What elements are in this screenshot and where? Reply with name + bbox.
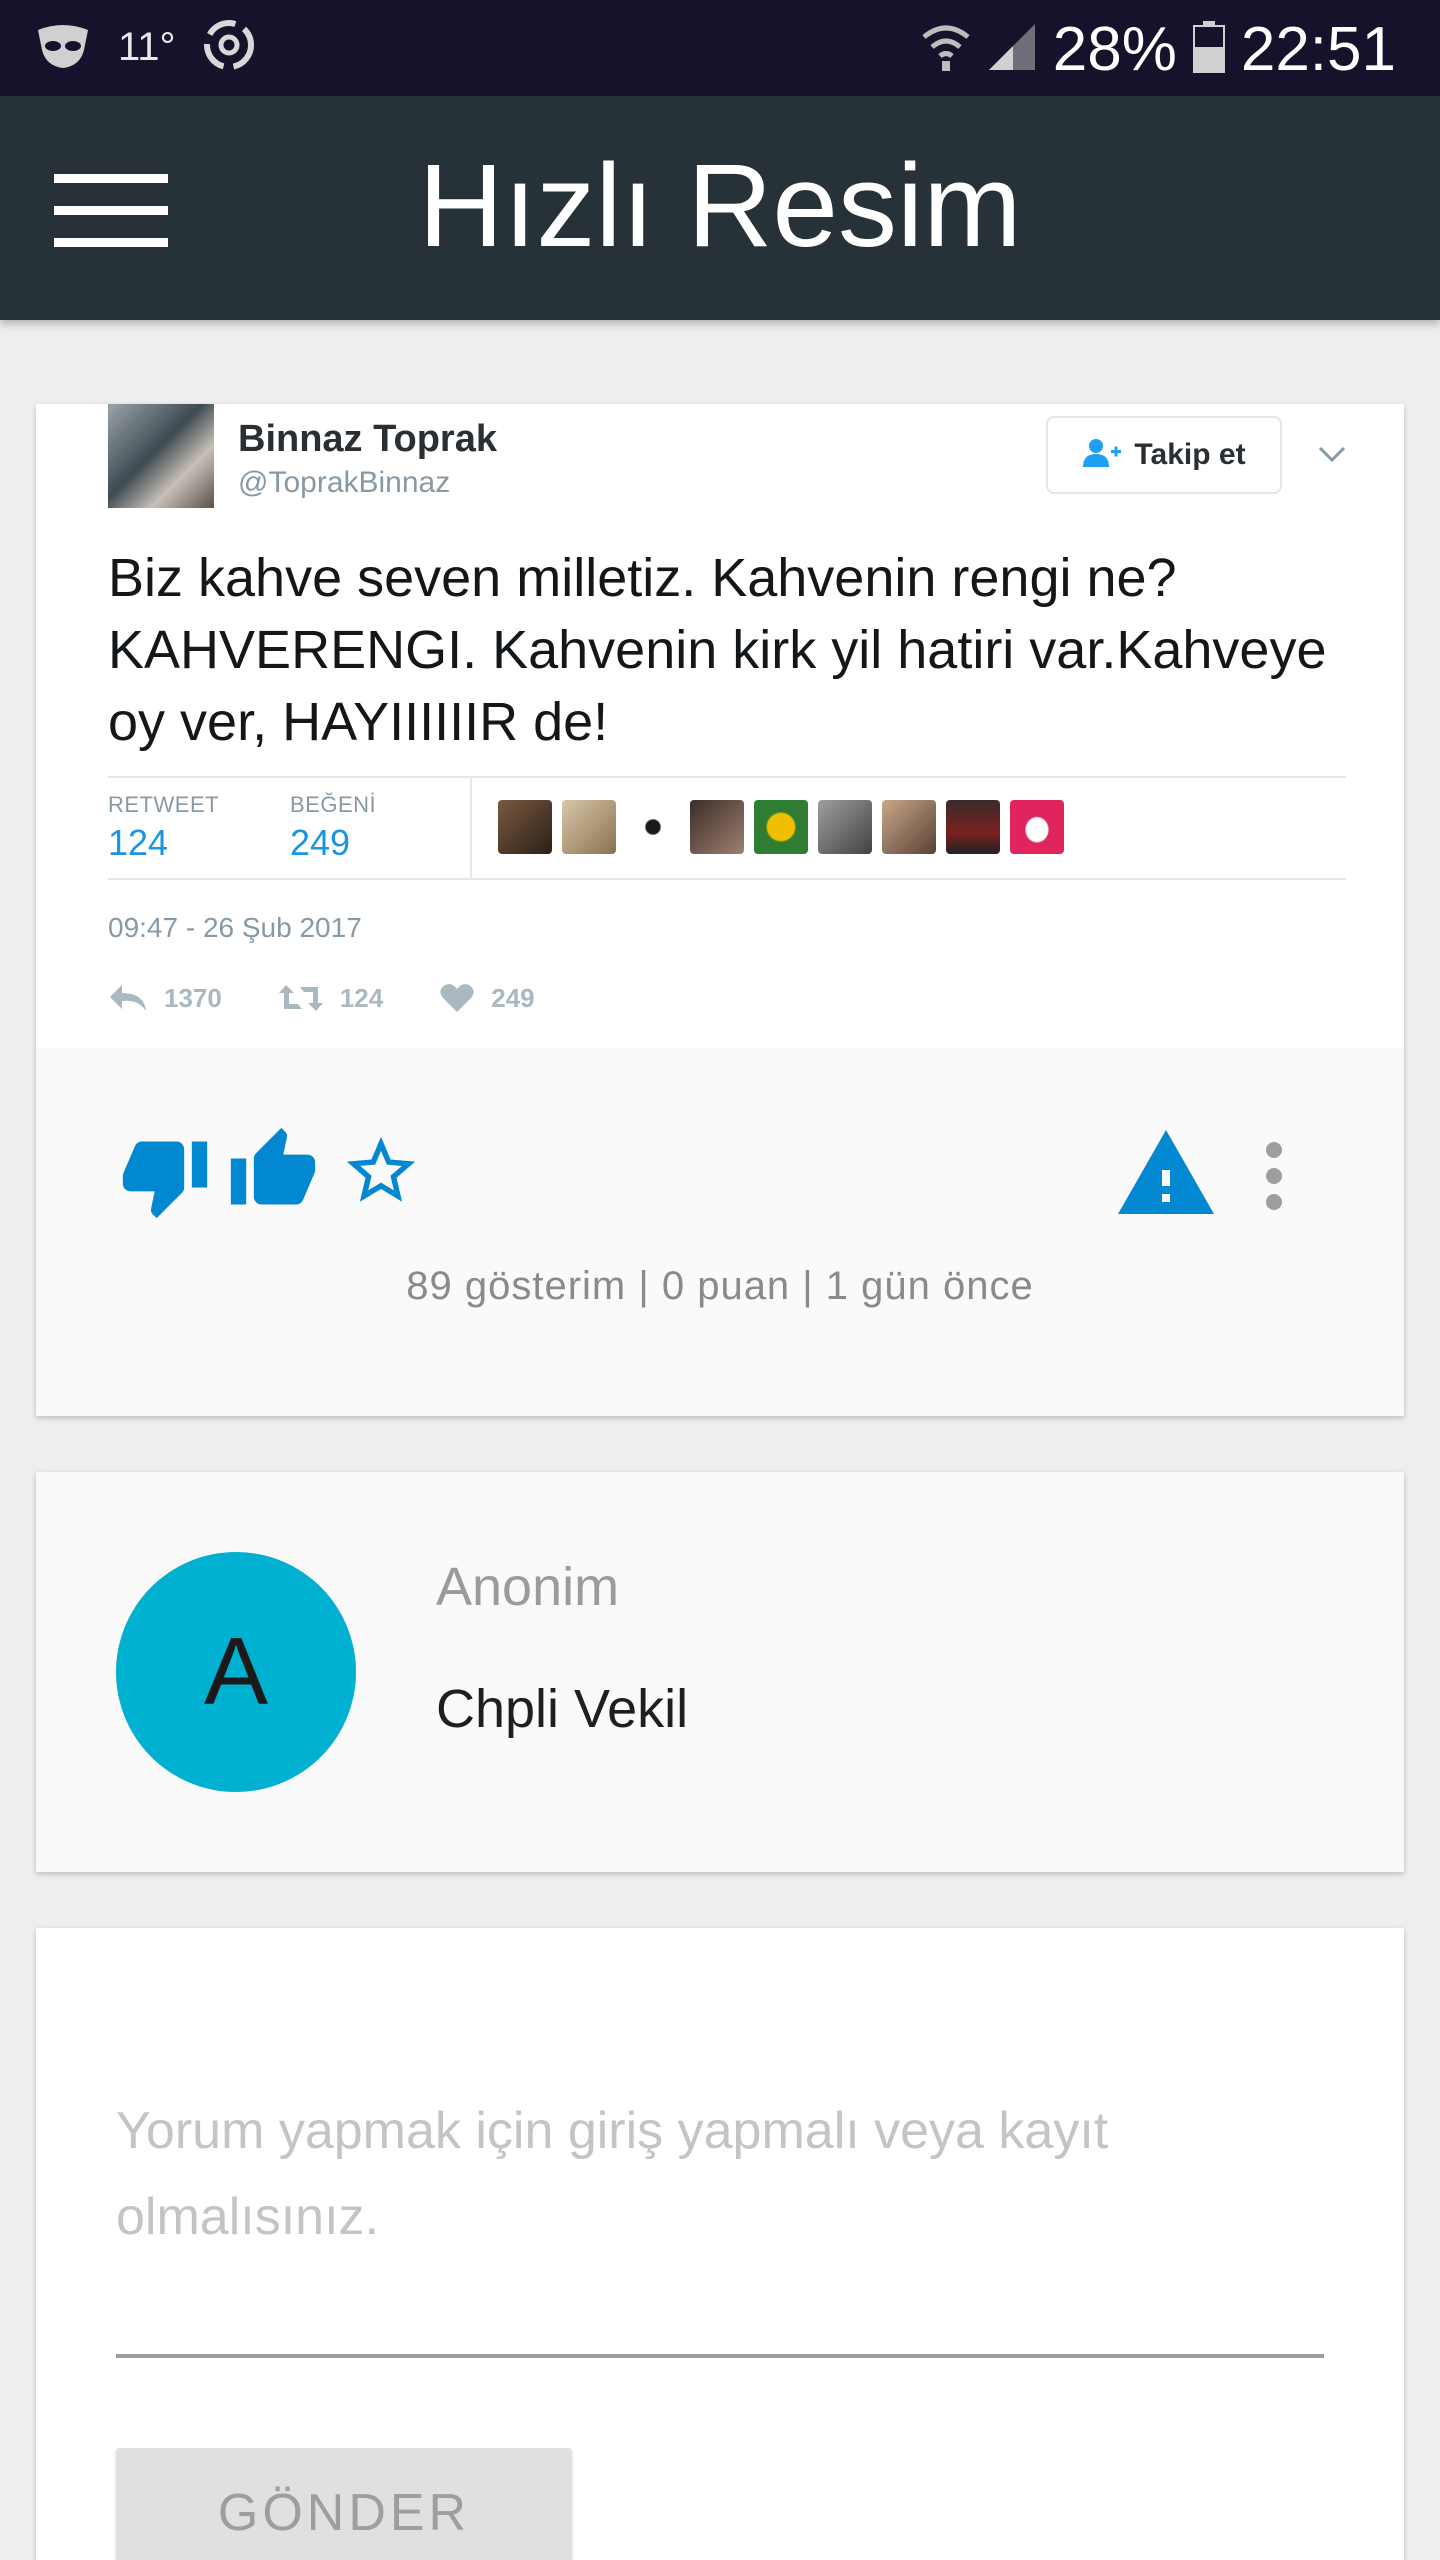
signal-icon	[987, 22, 1037, 77]
user-description: Chpli Vekil	[436, 1679, 689, 1739]
comment-input[interactable]	[116, 2088, 1324, 2288]
battery-percent: 28%	[1052, 15, 1177, 84]
favorite-button[interactable]	[338, 1130, 424, 1212]
tweet-actions: 1370 124 249	[108, 982, 535, 1014]
tweet-date: 09:47 - 26 Şub 2017	[108, 912, 362, 943]
avatar[interactable]: A	[116, 1552, 356, 1792]
tweet-retweet-action: 124	[278, 983, 383, 1014]
divider	[108, 776, 1346, 778]
more-vertical-icon	[1266, 1142, 1282, 1210]
weather-swirl-icon	[202, 18, 256, 77]
tweet-reply-action: 1370	[108, 983, 222, 1014]
tweet-image[interactable]: Binnaz Toprak @ToprakBinnaz Takip et Biz…	[36, 404, 1404, 1048]
thumbs-up-icon	[230, 1127, 316, 1205]
thumbs-down-icon	[122, 1141, 208, 1219]
warning-icon	[1118, 1130, 1214, 1214]
tweet-author-handle: @ToprakBinnaz	[238, 466, 451, 499]
status-bar: 11° 28% 22:51	[0, 0, 1440, 96]
post-meta: 89 gösterim | 0 puan | 1 gün önce	[406, 1264, 1034, 1308]
post-actions: 89 gösterim | 0 puan | 1 gün önce	[36, 1048, 1404, 1416]
tweet-like-count: 249	[491, 982, 535, 1013]
follow-button-label: Takip et	[1134, 438, 1246, 471]
liker-avatars	[498, 800, 1064, 854]
report-button[interactable]	[1118, 1126, 1214, 1214]
tweet-text: Biz kahve seven milletiz. Kahvenin rengi…	[108, 548, 1327, 752]
app-bar: Hızlı Resim	[0, 96, 1440, 320]
liker-avatar	[882, 800, 936, 854]
battery-icon	[1192, 21, 1225, 78]
retweet-icon	[278, 985, 323, 1011]
status-bar-right: 28% 22:51	[921, 14, 1396, 85]
status-bar-left: 11°	[34, 18, 256, 77]
tweet-reply-count: 1370	[164, 982, 222, 1013]
thumbs-down-button[interactable]	[118, 1130, 212, 1222]
heart-icon	[440, 984, 474, 1012]
like-label: BEĞENİ	[290, 792, 377, 817]
follow-button[interactable]: Takip et	[1046, 416, 1282, 494]
wifi-icon	[921, 21, 971, 78]
divider	[108, 878, 1346, 880]
liker-avatar	[818, 800, 872, 854]
tweet-like-action: 249	[439, 982, 535, 1014]
clock: 22:51	[1240, 15, 1396, 84]
send-button[interactable]: GÖNDER	[116, 2448, 572, 2560]
more-options-button[interactable]	[1262, 1140, 1286, 1212]
tweet-avatar	[108, 404, 214, 508]
liker-avatar	[626, 800, 680, 854]
comment-card: GÖNDER	[36, 1928, 1404, 2560]
tweet-author-name: Binnaz Toprak	[238, 418, 497, 460]
retweet-label: RETWEET	[108, 792, 220, 817]
reply-icon	[110, 985, 146, 1011]
retweet-count: 124	[108, 822, 169, 863]
liker-avatar	[498, 800, 552, 854]
liker-avatar	[562, 800, 616, 854]
liker-avatar	[690, 800, 744, 854]
chevron-down-icon[interactable]	[1312, 434, 1352, 474]
comment-input-underline	[116, 2354, 1324, 2358]
page-title: Hızlı Resim	[418, 140, 1022, 272]
user-name: Anonim	[436, 1557, 620, 1617]
avatar-initial: A	[203, 1618, 269, 1725]
star-outline-icon	[346, 1136, 416, 1202]
like-count: 249	[290, 822, 351, 863]
tweet-retweet-count: 124	[339, 982, 384, 1013]
incognito-icon	[34, 20, 92, 75]
divider	[470, 776, 472, 880]
add-user-icon	[1082, 438, 1122, 473]
thumbs-up-button[interactable]	[226, 1124, 320, 1216]
liker-avatar	[754, 800, 808, 854]
temperature-text: 11°	[118, 25, 176, 69]
liker-avatar	[946, 800, 1000, 854]
liker-avatar	[1010, 800, 1064, 854]
user-card: A Anonim Chpli Vekil	[36, 1472, 1404, 1872]
